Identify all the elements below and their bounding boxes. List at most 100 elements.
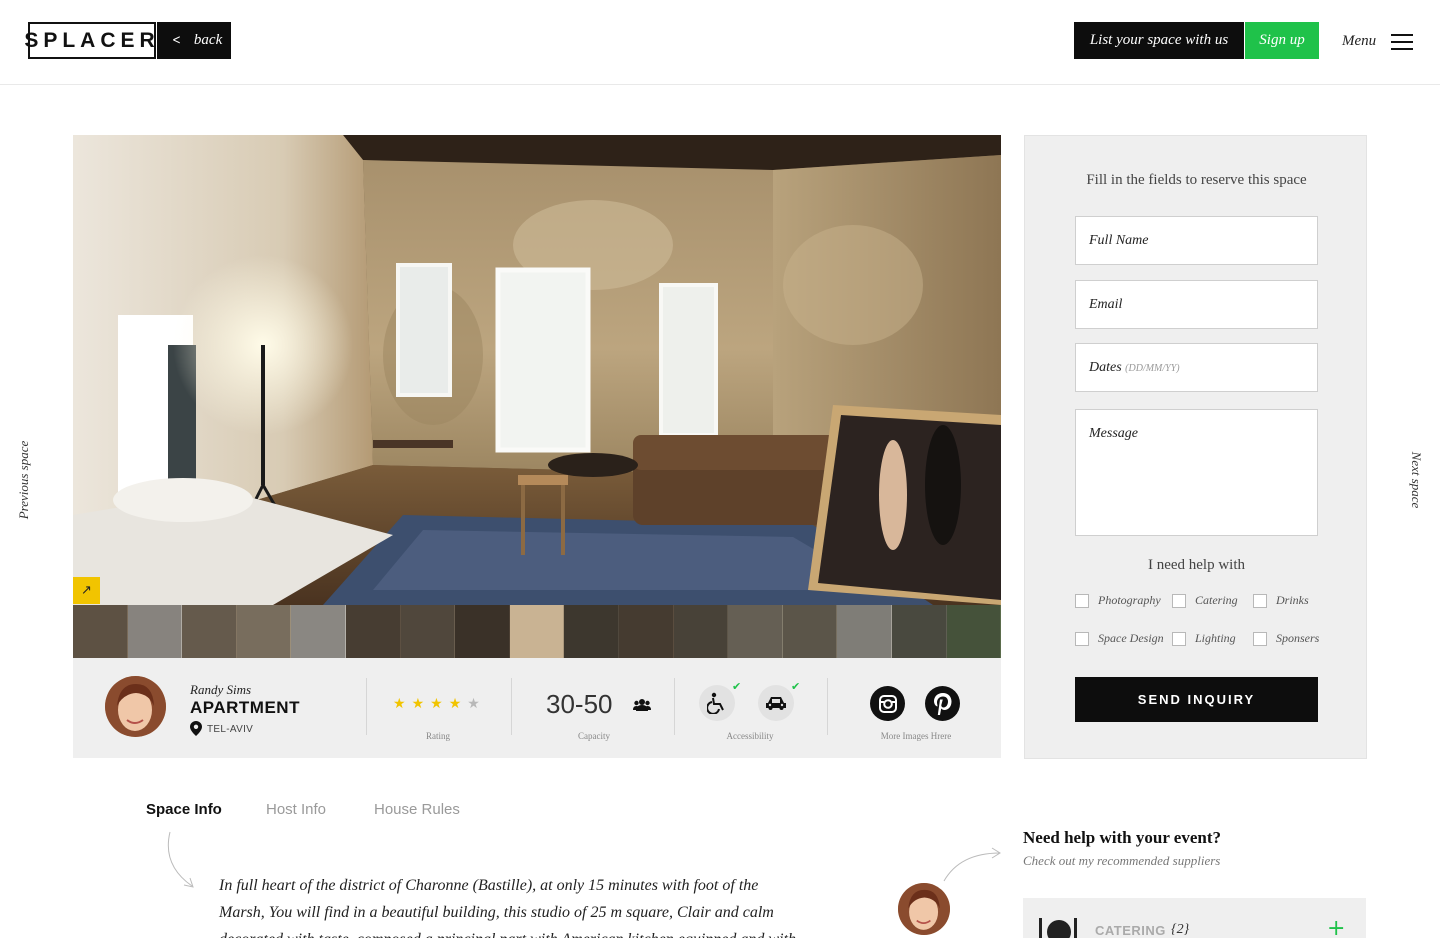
previous-space-link[interactable]: Previous space [14,440,32,520]
next-space-link[interactable]: Next space [1406,440,1424,520]
gallery-thumbnail[interactable] [127,605,183,658]
plate-cutlery-icon [1039,918,1077,938]
divider [511,678,512,735]
space-type: APARTMENT [190,698,300,717]
star-icon: ★ [393,696,406,712]
accessibility-label: Accessibility [726,731,774,741]
capacity-label: Capacity [578,731,610,741]
host-name[interactable]: Randy Sims [190,682,251,698]
location-label: TEL-AVIV [207,724,254,735]
gallery-thumbnail[interactable] [291,605,346,658]
suppliers-subtitle: Check out my recommended suppliers [1023,853,1221,868]
site-header: SPLACER < back List your space with us S… [0,0,1440,85]
thumbnail-strip [73,605,1001,658]
checkbox-drinks[interactable]: Drinks [1253,593,1309,608]
message-field[interactable]: Message [1075,409,1318,536]
supplier-category-catering[interactable]: CATERING {2} + [1023,898,1366,938]
chevron-left-icon: < [172,33,181,48]
space-main-photo [73,135,1001,605]
gallery-thumbnail[interactable] [618,605,674,658]
curved-arrow-icon [167,831,194,888]
curved-arrow-icon [943,847,1001,882]
star-icon: ★ [411,696,425,712]
dates-placeholder: Dates [1089,360,1122,375]
car-icon [758,685,794,721]
checkbox-catering[interactable]: Catering [1172,593,1238,608]
checkbox-box[interactable] [1253,631,1267,646]
menu-label[interactable]: Menu [1342,33,1376,50]
send-inquiry-button[interactable]: SEND INQUIRY [1075,677,1318,722]
help-title: I need help with [1147,557,1246,573]
reservation-panel: Fill in the fields to reserve this space… [1024,135,1367,759]
checkbox-label: Catering [1195,593,1238,607]
gallery-thumbnail[interactable] [946,605,1001,658]
gallery-thumbnail[interactable] [728,605,783,658]
checkbox-box[interactable] [1075,631,1089,646]
check-icon: ✔ [791,680,801,693]
gallery-thumbnail[interactable] [673,605,729,658]
tab-host-info[interactable]: Host Info [266,801,326,818]
checkbox-sponsers[interactable]: Sponsers [1253,631,1319,646]
pinterest-icon[interactable] [925,686,960,721]
email-field[interactable]: Email [1075,280,1318,329]
gallery-thumbnail[interactable] [891,605,947,658]
previous-space-label: Previous space [16,440,31,520]
dates-hint: (DD/MM/YY) [1125,363,1180,374]
checkbox-lighting[interactable]: Lighting [1172,631,1236,646]
checkbox-photography[interactable]: Photography [1075,593,1161,608]
instagram-icon[interactable] [870,686,905,721]
gallery-thumbnail[interactable] [73,605,128,658]
location-pin-icon [190,721,202,736]
more-images-label[interactable]: More Images Hrere [866,731,966,741]
space-description: In full heart of the district of Charonn… [219,877,796,938]
back-button[interactable]: < back [157,22,231,59]
gallery-thumbnail[interactable] [782,605,838,658]
divider [366,678,367,735]
full-name-field[interactable]: Full Name [1075,216,1318,265]
list-your-space-button[interactable]: List your space with us [1074,22,1244,59]
gallery-thumbnail[interactable] [564,605,619,658]
rating-stars: ★ ★ ★ ★ ★ [393,696,480,712]
checkbox-box[interactable] [1075,593,1089,608]
check-icon: ✔ [732,680,742,693]
hamburger-menu-icon[interactable] [1391,34,1413,50]
host-avatar[interactable] [105,676,166,737]
plus-icon[interactable]: + [1327,916,1345,938]
gallery-thumbnail[interactable] [837,605,892,658]
tab-house-rules[interactable]: House Rules [374,801,460,818]
gallery-thumbnail[interactable] [400,605,456,658]
gallery-thumbnail[interactable] [236,605,292,658]
space-info-bar: Randy Sims APARTMENT TEL-AVIV ★ ★ ★ ★ ★ Rati… [73,658,1001,758]
sign-up-button[interactable]: Sign up [1245,22,1319,59]
checkbox-box[interactable] [1172,593,1186,608]
gallery-thumbnail[interactable] [182,605,237,658]
checkbox-label: Photography [1098,593,1161,607]
divider [674,678,675,735]
checkbox-space-design[interactable]: Space Design [1075,631,1164,646]
divider [827,678,828,735]
checkbox-label: Lighting [1195,631,1236,645]
host-avatar-small [898,883,950,935]
expand-icon[interactable]: ↗ [73,577,100,604]
dates-field[interactable]: Dates (DD/MM/YY) [1075,343,1318,392]
checkbox-box[interactable] [1253,593,1267,608]
wheelchair-icon [699,685,735,721]
tab-space-info[interactable]: Space Info [146,801,222,818]
gallery-thumbnail[interactable] [345,605,401,658]
gallery-thumbnail[interactable] [455,605,510,658]
star-icon: ★ [467,696,480,712]
gallery-thumbnail[interactable] [509,605,565,658]
star-icon: ★ [448,696,462,712]
star-icon: ★ [430,696,443,712]
suppliers-heading: Need help with your event? [1023,828,1222,847]
reservation-title: Fill in the fields to reserve this space [1086,172,1307,188]
splacer-logo[interactable]: SPLACER [24,22,156,59]
back-label: back [193,32,223,48]
checkbox-label: Sponsers [1276,631,1320,645]
capacity-value: 30-50 [546,689,613,719]
rating-label: Rating [426,731,450,741]
people-icon [633,699,651,711]
checkbox-label: Space Design [1098,631,1164,645]
next-space-label: Next space [1409,451,1424,509]
checkbox-box[interactable] [1172,631,1186,646]
